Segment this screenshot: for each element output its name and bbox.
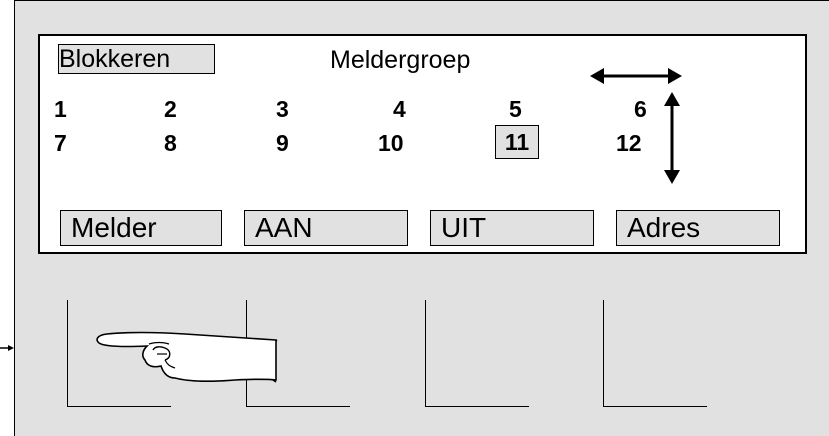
left-right-arrow-icon xyxy=(590,68,682,84)
display-screen: Blokkeren Meldergroep 1 2 3 4 5 6 7 8 9 … xyxy=(38,34,807,254)
group-number-6[interactable]: 6 xyxy=(634,96,647,122)
group-number-9[interactable]: 9 xyxy=(276,130,289,156)
group-number-10[interactable]: 10 xyxy=(378,130,404,156)
right-arrow-icon xyxy=(0,345,14,351)
pointing-hand-icon xyxy=(96,331,278,383)
softkey-melder[interactable]: Melder xyxy=(60,210,222,246)
up-down-arrow-icon xyxy=(664,92,680,184)
group-number-1[interactable]: 1 xyxy=(54,96,67,122)
softkey-uit[interactable]: UIT xyxy=(430,210,594,246)
group-number-5[interactable]: 5 xyxy=(509,96,522,122)
group-number-2[interactable]: 2 xyxy=(164,96,177,122)
group-number-11-selected[interactable]: 11 xyxy=(495,125,539,159)
function-key-4[interactable] xyxy=(603,300,707,407)
softkey-adres[interactable]: Adres xyxy=(616,210,780,246)
softkey-aan[interactable]: AAN xyxy=(244,210,408,246)
block-button[interactable]: Blokkeren xyxy=(58,44,215,74)
group-number-8[interactable]: 8 xyxy=(164,130,177,156)
group-number-12[interactable]: 12 xyxy=(616,130,642,156)
display-title: Meldergroep xyxy=(330,46,471,74)
group-number-3[interactable]: 3 xyxy=(276,96,289,122)
group-number-7[interactable]: 7 xyxy=(54,130,67,156)
group-number-4[interactable]: 4 xyxy=(393,96,406,122)
function-key-3[interactable] xyxy=(425,300,529,407)
